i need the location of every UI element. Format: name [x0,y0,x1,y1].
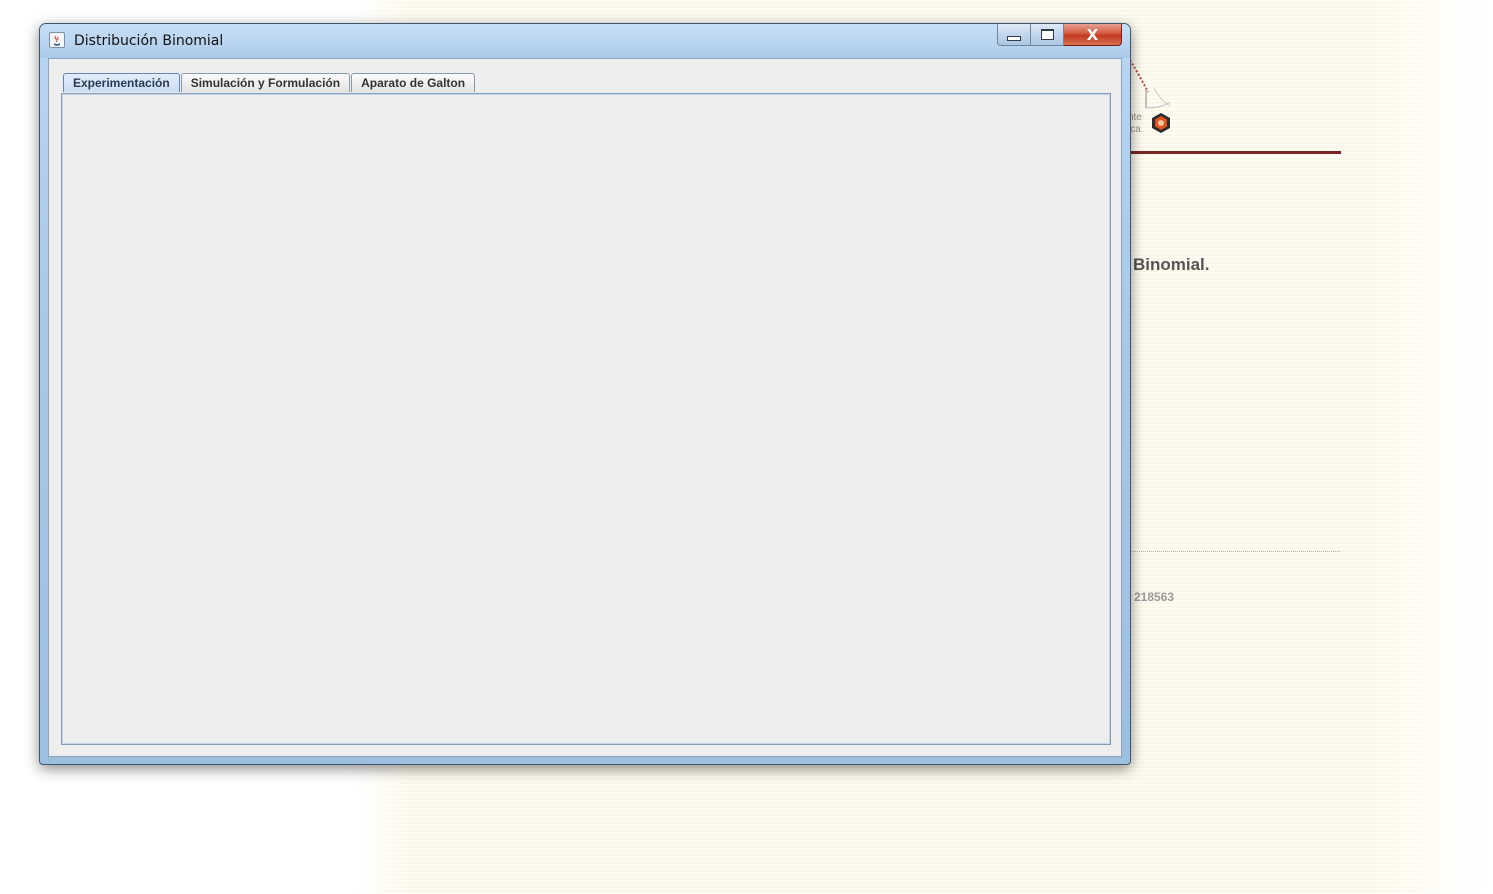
background-divider [1128,551,1340,552]
tab-experimentacion[interactable]: Experimentación [63,73,180,92]
maximize-button[interactable] [1031,24,1064,46]
window-title: Distribución Binomial [74,33,224,49]
app-window: Distribución Binomial X Experimentación … [39,23,1131,765]
close-button[interactable]: X [1064,24,1122,46]
background-logo-curve [1129,59,1171,109]
maximize-icon [1040,29,1054,40]
background-accent-rule [1122,151,1341,154]
background-heading: Binomial. [1133,255,1210,274]
minimize-button[interactable] [997,24,1031,46]
tab-aparato-de-galton[interactable]: Aparato de Galton [351,73,476,92]
window-content: Experimentación Simulación y Formulación… [48,58,1122,757]
close-icon: X [1086,25,1099,44]
window-titlebar[interactable]: Distribución Binomial X [40,24,1130,58]
java-coffee-cup-icon[interactable] [49,32,65,48]
background-phone-text: 7 218563 [1124,590,1175,604]
window-caption-buttons: X [997,24,1122,46]
tab-panel-experimentacion [61,93,1111,745]
tab-strip: Experimentación Simulación y Formulación… [63,73,476,93]
tab-simulacion-formulacion[interactable]: Simulación y Formulación [180,73,351,92]
minimize-icon [1007,36,1021,41]
university-crest-icon [1152,113,1170,133]
